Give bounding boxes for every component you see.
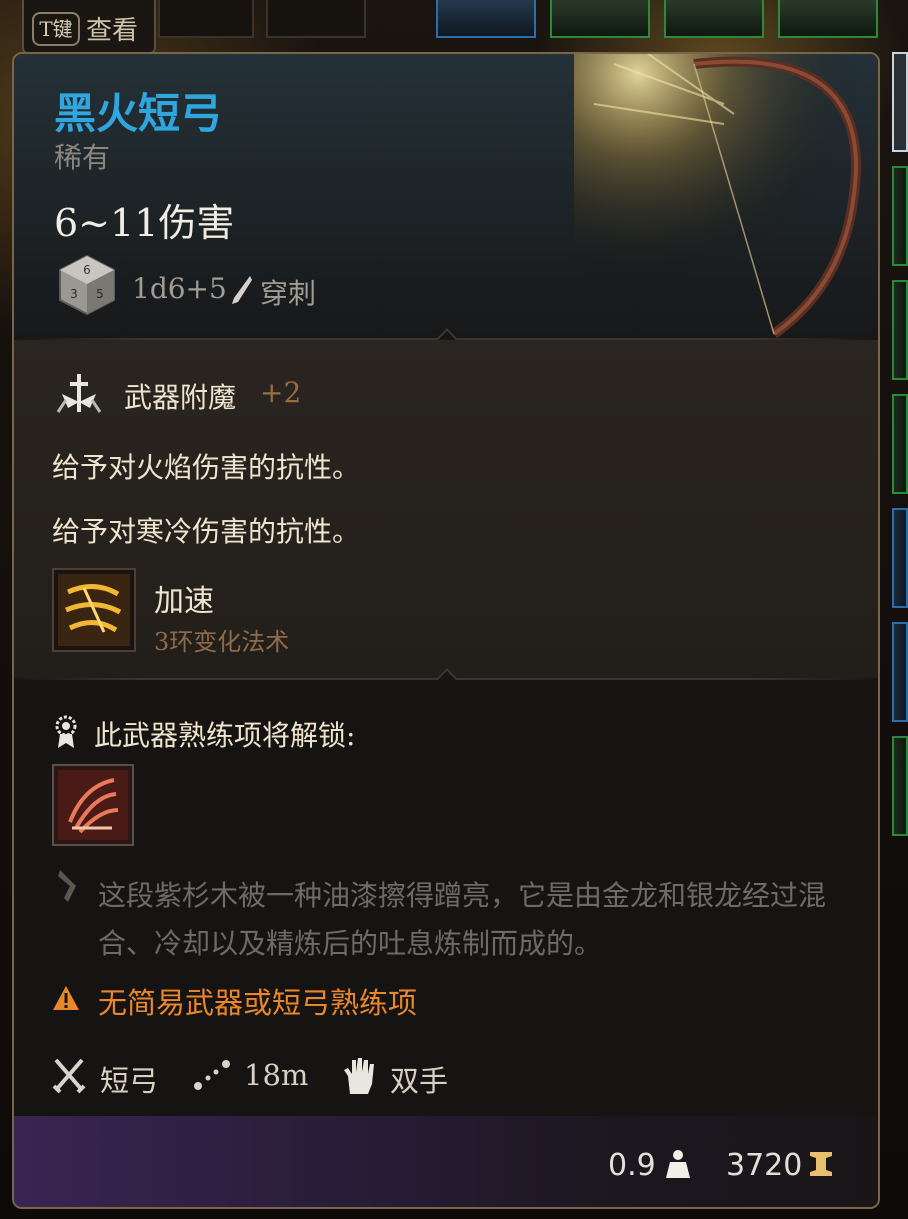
- inventory-slot[interactable]: [664, 0, 764, 38]
- dice-icon: 6 3 5: [59, 254, 115, 316]
- weight-icon: [666, 1150, 690, 1178]
- spell-slot[interactable]: [52, 568, 136, 652]
- inventory-slot[interactable]: [892, 736, 908, 836]
- inventory-slot[interactable]: [892, 508, 908, 608]
- gold-coin-icon: [810, 1152, 832, 1176]
- proficiency-skill-icon: [58, 770, 128, 840]
- inventory-slot[interactable]: [892, 394, 908, 494]
- haste-spell-icon: [58, 574, 130, 646]
- item-weight: 0.9: [608, 1148, 656, 1183]
- weapon-type: 短弓: [100, 1064, 159, 1098]
- enchant-value: +2: [260, 376, 302, 409]
- proficiency-icon: [55, 715, 77, 748]
- inventory-slot[interactable]: [550, 0, 650, 38]
- item-rarity: 稀有: [54, 141, 111, 174]
- inventory-slot[interactable]: [266, 0, 366, 38]
- resistance-cold: 给予对寒冷伤害的抗性。: [52, 515, 361, 548]
- inventory-slot[interactable]: [892, 622, 908, 722]
- inventory-slot[interactable]: [158, 0, 254, 38]
- item-name: 黑火短弓: [54, 89, 223, 138]
- svg-text:3: 3: [70, 287, 78, 301]
- warning-icon: [53, 986, 79, 1010]
- proficiency-unlock-label: 此武器熟练项将解锁:: [94, 719, 356, 752]
- inventory-slot[interactable]: [778, 0, 878, 38]
- damage-dice: 1d6+5: [132, 272, 227, 305]
- hand-icon: [344, 1058, 374, 1094]
- enchant-label: 武器附魔: [124, 381, 237, 414]
- range-icon: [194, 1060, 230, 1090]
- tooltip-header: 黑火短弓 稀有 6~11伤害 6 3 5 1d6+5 穿刺: [14, 54, 878, 344]
- spell-detail: 3环变化法术: [154, 628, 290, 656]
- svg-text:5: 5: [96, 287, 104, 301]
- bow-artwork: [574, 54, 878, 344]
- damage-type: 穿刺: [260, 277, 317, 310]
- item-damage: 6~11伤害: [54, 201, 235, 245]
- inventory-slot[interactable]: [892, 280, 908, 380]
- item-price: 3720: [726, 1148, 803, 1183]
- keybind-badge: T键: [32, 12, 80, 46]
- inspect-tab[interactable]: T键 查看: [22, 0, 156, 54]
- inspect-label: 查看: [86, 16, 139, 46]
- weapon-hands: 双手: [390, 1064, 449, 1098]
- inventory-slot[interactable]: [892, 52, 908, 152]
- proficiency-skill-slot[interactable]: [52, 764, 134, 846]
- enchant-icon: [56, 374, 102, 413]
- resistance-fire: 给予对火焰伤害的抗性。: [52, 451, 361, 484]
- inventory-slot-bow[interactable]: [436, 0, 536, 38]
- weapon-range: 18m: [244, 1058, 309, 1092]
- spell-name: 加速: [154, 584, 214, 619]
- item-tooltip: 黑火短弓 稀有 6~11伤害 6 3 5 1d6+5 穿刺 武器附魔 +2 给予…: [12, 52, 880, 1209]
- inventory-slot[interactable]: [892, 166, 908, 266]
- crossed-swords-icon: [52, 1058, 86, 1094]
- svg-text:6: 6: [83, 263, 91, 277]
- item-description: 这段紫杉木被一种油漆擦得蹭亮，它是由金龙和银龙经过混合、冷却以及精炼后的吐息炼制…: [98, 879, 827, 960]
- proficiency-warning: 无简易武器或短弓熟练项: [98, 986, 418, 1020]
- quill-icon: [58, 870, 76, 902]
- pierce-icon: [232, 276, 252, 304]
